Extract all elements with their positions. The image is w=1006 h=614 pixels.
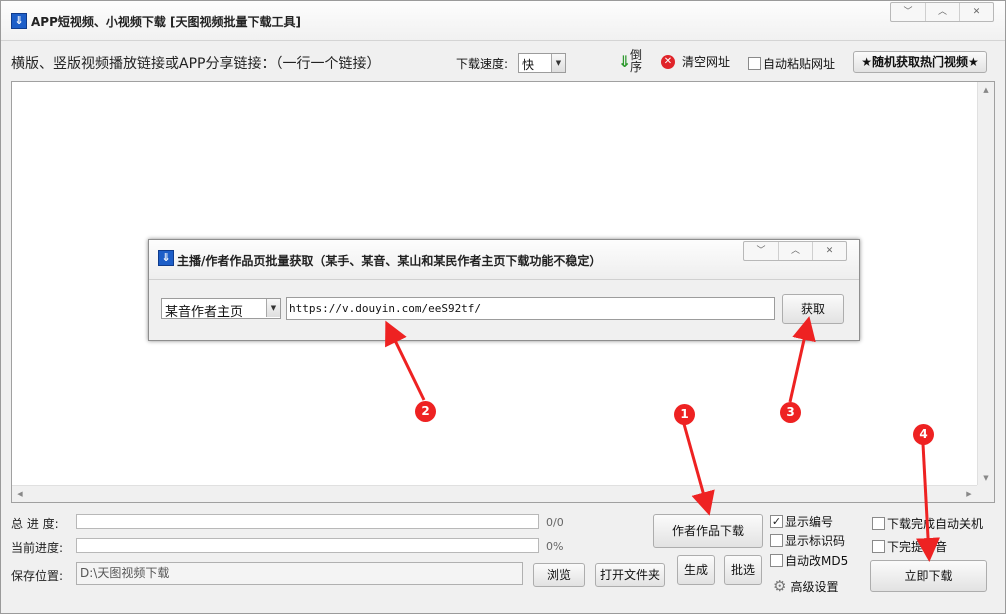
dialog-close-icon[interactable]: ✕	[812, 242, 846, 260]
minimize-chevron-icon[interactable]: ﹀	[891, 3, 925, 21]
auto-paste-label: 自动粘贴网址	[763, 57, 836, 71]
horizontal-scrollbar[interactable]: ◀ ▶	[12, 485, 977, 502]
start-download-button[interactable]: 立即下载	[870, 560, 987, 592]
sound-prompt-checkbox[interactable]: 下完提示音	[872, 538, 947, 555]
reverse-order-button[interactable]: ⇓ 倒序	[618, 49, 648, 75]
dialog-minimize-icon[interactable]: ﹀	[744, 242, 778, 260]
checkbox-box[interactable]	[770, 534, 783, 547]
current-progress-value: 0%	[546, 540, 564, 553]
auto-paste-checkbox[interactable]: 自动粘贴网址	[748, 55, 835, 72]
speed-label: 下载速度:	[456, 57, 509, 71]
auto-shutdown-label: 下载完成自动关机	[887, 517, 984, 531]
advanced-settings-label: 高级设置	[790, 579, 839, 594]
clear-urls-label: 清空网址	[682, 55, 731, 69]
window-controls: ﹀ ︿ ✕	[890, 2, 994, 22]
show-watermark-label: 显示标识码	[785, 534, 846, 548]
open-folder-button[interactable]: 打开文件夹	[595, 563, 665, 587]
total-progress-label: 总 进 度:	[11, 517, 59, 531]
speed-select[interactable]: 快 ▼	[518, 53, 566, 73]
annotation-marker-1: 1	[674, 404, 695, 425]
scroll-right-icon[interactable]: ▶	[961, 486, 977, 502]
annotation-marker-2: 2	[415, 401, 436, 422]
title-bar: ⇓ APP短视频、小视频下载 [天图视频批量下载工具] ﹀ ︿ ✕	[1, 1, 1005, 41]
author-url-input[interactable]: https://v.douyin.com/eeS92tf/	[286, 297, 775, 320]
show-watermark-checkbox[interactable]: 显示标识码	[770, 532, 845, 549]
red-close-icon: ✕	[661, 54, 675, 69]
current-progress-label: 当前进度:	[11, 541, 64, 555]
dialog-title: 主播/作者作品页批量获取（某手、某音、某山和某民作者主页下载功能不稳定）	[177, 254, 602, 268]
scroll-corner	[977, 485, 994, 502]
app-download-icon: ⇓	[11, 13, 27, 29]
gear-icon: ⚙	[773, 577, 787, 595]
speed-value: 快	[522, 58, 535, 72]
browse-button[interactable]: 浏览	[533, 563, 585, 587]
batch-select-button[interactable]: 批选	[724, 555, 762, 585]
vertical-scrollbar[interactable]: ▲ ▼	[977, 82, 994, 486]
auto-md5-checkbox[interactable]: 自动改MD5	[770, 552, 848, 569]
show-number-label: 显示编号	[785, 515, 834, 529]
dialog-app-icon: ⇓	[158, 250, 174, 266]
scroll-left-icon[interactable]: ◀	[12, 486, 28, 502]
checkbox-box[interactable]	[748, 57, 761, 70]
author-works-download-button[interactable]: 作者作品下载	[653, 514, 763, 548]
main-window: ⇓ APP短视频、小视频下载 [天图视频批量下载工具] ﹀ ︿ ✕ 横版、竖版视…	[0, 0, 1006, 614]
current-progress-bar	[76, 538, 539, 553]
save-location-label: 保存位置:	[11, 569, 64, 583]
total-progress-bar	[76, 514, 539, 529]
window-title: APP短视频、小视频下载 [天图视频批量下载工具]	[31, 15, 302, 29]
annotation-marker-4: 4	[913, 424, 934, 445]
dialog-title-bar: ⇓ 主播/作者作品页批量获取（某手、某音、某山和某民作者主页下载功能不稳定） ﹀…	[149, 240, 859, 280]
close-icon[interactable]: ✕	[959, 3, 993, 21]
auto-shutdown-checkbox[interactable]: 下载完成自动关机	[872, 515, 983, 532]
scroll-up-icon[interactable]: ▲	[978, 82, 994, 98]
source-value: 某音作者主页	[165, 305, 244, 320]
reverse-order-label: 倒序	[630, 48, 643, 74]
dialog-maximize-icon[interactable]: ︿	[778, 242, 812, 260]
random-hot-video-button[interactable]: ★随机获取热门视频★	[853, 51, 987, 73]
dialog-window-controls: ﹀ ︿ ✕	[743, 241, 847, 261]
scroll-down-icon[interactable]: ▼	[978, 470, 994, 486]
checkbox-box[interactable]	[872, 540, 885, 553]
chevron-down-icon[interactable]: ▼	[551, 54, 565, 72]
advanced-settings-link[interactable]: ⚙ 高级设置	[773, 577, 838, 595]
checkbox-box[interactable]	[872, 517, 885, 530]
annotation-marker-3: 3	[780, 402, 801, 423]
bottom-panel: 总 进 度: 0/0 当前进度: 0% 保存位置: D:\天图视频下载 浏览 打…	[1, 507, 1005, 613]
auto-md5-label: 自动改MD5	[785, 554, 849, 568]
show-number-checkbox[interactable]: ✓ 显示编号	[770, 513, 833, 530]
total-progress-value: 0/0	[546, 516, 564, 529]
maximize-chevron-icon[interactable]: ︿	[925, 3, 959, 21]
sound-prompt-label: 下完提示音	[887, 540, 948, 554]
checkbox-box[interactable]: ✓	[770, 515, 783, 528]
checkbox-box[interactable]	[770, 554, 783, 567]
chevron-down-icon[interactable]: ▼	[266, 299, 280, 317]
save-path-input[interactable]: D:\天图视频下载	[76, 562, 523, 585]
generate-button[interactable]: 生成	[677, 555, 715, 585]
fetch-button[interactable]: 获取	[782, 294, 844, 324]
link-prompt-label: 横版、竖版视频播放链接或APP分享链接：（一行一个链接）	[11, 56, 381, 72]
source-select[interactable]: 某音作者主页 ▼	[161, 298, 281, 320]
clear-urls-button[interactable]: ✕ 清空网址	[661, 53, 730, 70]
author-batch-dialog: ⇓ 主播/作者作品页批量获取（某手、某音、某山和某民作者主页下载功能不稳定） ﹀…	[148, 239, 860, 341]
